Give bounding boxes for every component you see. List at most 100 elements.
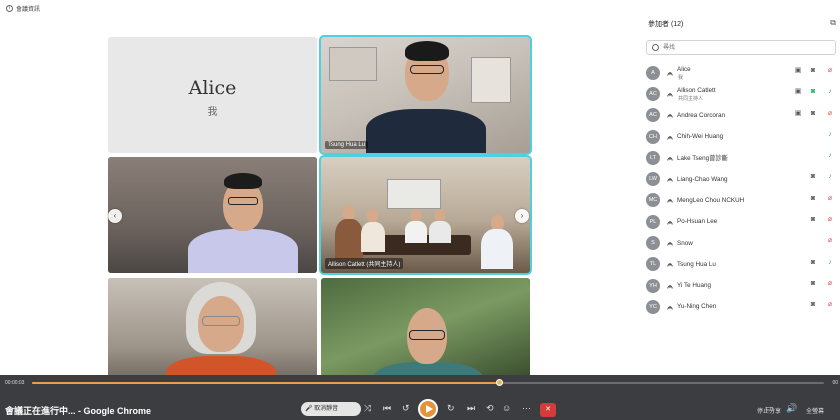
camera-icon[interactable]: ◙	[809, 88, 817, 96]
window-title: 會議正在進行中... - Google Chrome	[5, 406, 152, 416]
tile-name-label: Allison Catlett (共同主持人)	[325, 258, 404, 269]
participant-row[interactable]: AC Andrea Corcoran ▣ ◙ ⌀	[646, 105, 836, 126]
mic-on-icon[interactable]: ♪	[826, 131, 834, 139]
mic-on-icon[interactable]: ♪	[826, 88, 834, 96]
end-time: 00	[832, 380, 838, 386]
repeat-icon[interactable]: ⟲	[486, 403, 494, 414]
mic-muted-icon[interactable]: ⌀	[826, 67, 834, 75]
progress-thumb[interactable]	[496, 379, 504, 386]
avatar: S	[646, 236, 660, 251]
video-tile-meeting-room[interactable]: Allison Catlett (共同主持人)	[319, 155, 532, 275]
participant-row[interactable]: AC Allison Catlett 共同主持人 ▣ ◙ ♪	[646, 83, 836, 104]
grid-prev-button[interactable]: ‹	[108, 209, 122, 223]
forward-icon[interactable]: ↻	[447, 403, 455, 414]
emoji-icon[interactable]: ☺	[502, 403, 511, 413]
participant-row[interactable]: LW Liang-Chao Wang ◙ ♪	[646, 168, 836, 189]
video-tile[interactable]	[108, 157, 317, 273]
video-tile-self[interactable]: Alice 我	[108, 37, 317, 153]
camera-icon[interactable]: ◙	[809, 195, 817, 203]
participant-search[interactable]	[646, 40, 836, 55]
mic-on-icon[interactable]: ♪	[826, 152, 834, 160]
play-button[interactable]	[418, 399, 438, 419]
participant-role: 我	[678, 75, 684, 81]
search-input[interactable]	[663, 43, 823, 53]
mic-muted-icon[interactable]: ⌀	[826, 195, 834, 203]
participant-name: Alice	[677, 66, 691, 74]
share-screen-icon: ▣	[794, 88, 802, 96]
popout-icon[interactable]: ⧉	[830, 18, 836, 28]
progress-fill	[32, 382, 500, 384]
avatar: LW	[646, 172, 660, 187]
self-me-label: 我	[207, 107, 218, 118]
mic-on-icon[interactable]: ♪	[826, 173, 834, 181]
participant-name: Lake Tseng曾診斷	[677, 155, 728, 163]
mic-muted-icon[interactable]: ⌀	[826, 110, 834, 118]
audio-icon	[667, 199, 673, 204]
more-icon[interactable]: ⋯	[522, 403, 531, 414]
camera-icon[interactable]: ◙	[809, 110, 817, 118]
app: i 會議資訊 Alice 我 Tsung Hua Lu Allison Catl…	[0, 0, 840, 420]
participant-name: Yi Te Huang	[677, 282, 711, 290]
meeting-info[interactable]: i 會議資訊	[6, 4, 40, 13]
audio-icon	[667, 135, 673, 140]
shuffle-icon[interactable]: ⤨	[364, 403, 371, 414]
mic-muted-icon[interactable]: ⌀	[826, 237, 834, 245]
participant-name: Snow	[677, 239, 693, 247]
audio-icon	[667, 242, 673, 246]
progress-track[interactable]	[32, 379, 824, 386]
info-icon: i	[6, 5, 13, 12]
previous-icon[interactable]: ⏮	[383, 403, 391, 414]
tile-name-label: Tsung Hua Lu	[325, 141, 369, 149]
avatar: A	[646, 65, 660, 80]
participant-row[interactable]: S Snow ⌀	[646, 232, 836, 253]
unmute-button[interactable]: 🎤 取消靜音	[301, 402, 361, 416]
camera-icon[interactable]: ◙	[809, 301, 817, 309]
camera-icon[interactable]: ◙	[809, 216, 817, 224]
audio-icon	[667, 263, 673, 267]
mic-muted-icon[interactable]: ⌀	[826, 216, 834, 224]
participant-role: 共同主持人	[678, 96, 704, 103]
avatar: PL	[646, 214, 660, 229]
meeting-info-label: 會議資訊	[16, 7, 41, 13]
self-name: Alice	[188, 77, 237, 99]
participant-row[interactable]: TL Tsung Hua Lu ◙ ♪	[646, 254, 836, 275]
avatar: MC	[646, 193, 660, 208]
participant-row[interactable]: A Alice 我 ▣ ◙ ⌀	[646, 62, 836, 83]
fullscreen-label[interactable]: 全螢幕	[806, 406, 824, 415]
rewind-icon[interactable]: ↺	[402, 403, 410, 414]
leave-button[interactable]: ✕	[540, 403, 556, 417]
avatar: LT	[646, 150, 660, 165]
participant-row[interactable]: YC Yu-Ning Chen ◙ ⌀	[646, 296, 836, 317]
mic-muted-icon[interactable]: ⌀	[826, 301, 834, 309]
video-feed	[321, 37, 530, 153]
current-time: 00:00:03	[5, 380, 25, 386]
participant-row[interactable]: LT Lake Tseng曾診斷 ♪	[646, 147, 836, 168]
next-icon[interactable]: ⏭	[467, 403, 475, 414]
stop-share-label[interactable]: 停止分享	[757, 406, 781, 415]
camera-icon[interactable]: ◙	[809, 67, 817, 75]
video-feed	[108, 157, 317, 273]
audio-icon	[667, 220, 673, 225]
unmute-label: 取消靜音	[314, 406, 339, 412]
participant-name: Liang-Chao Wang	[677, 175, 728, 183]
participant-row[interactable]: PL Po-Hsuan Lee ◙ ⌀	[646, 211, 836, 232]
participants-panel: 參加者 (12) ⧉ A Alice我 ▣ ◙ ⌀ AC Allison Catlett共同…	[640, 0, 840, 375]
participant-row[interactable]: YH Yi Te Huang ◙ ⌀	[646, 275, 836, 296]
share-screen-icon: ▣	[794, 67, 802, 74]
camera-icon[interactable]: ◙	[809, 259, 817, 267]
audio-icon	[667, 306, 673, 310]
participant-name: Po-Hsuan Lee	[677, 218, 718, 226]
participant-row[interactable]: CH Chih-Wei Huang ♪	[646, 126, 836, 147]
camera-icon[interactable]: ◙	[809, 280, 817, 288]
mic-muted-icon[interactable]: ⌀	[826, 280, 834, 288]
video-tile-active-speaker[interactable]: Tsung Hua Lu	[319, 35, 532, 155]
participant-name: MengLeo Chou NCKUH	[677, 196, 745, 204]
grid-next-button[interactable]: ›	[515, 209, 529, 223]
audio-icon	[667, 178, 673, 182]
mic-on-icon[interactable]: ♪	[826, 259, 834, 267]
participant-row[interactable]: MC MengLeo Chou NCKUH ◙ ⌀	[646, 190, 836, 211]
camera-icon[interactable]: ◙	[809, 173, 817, 181]
avatar: AC	[646, 86, 660, 101]
participant-name: Chih-Wei Huang	[677, 133, 724, 141]
volume-icon[interactable]: 🔊	[786, 403, 797, 414]
